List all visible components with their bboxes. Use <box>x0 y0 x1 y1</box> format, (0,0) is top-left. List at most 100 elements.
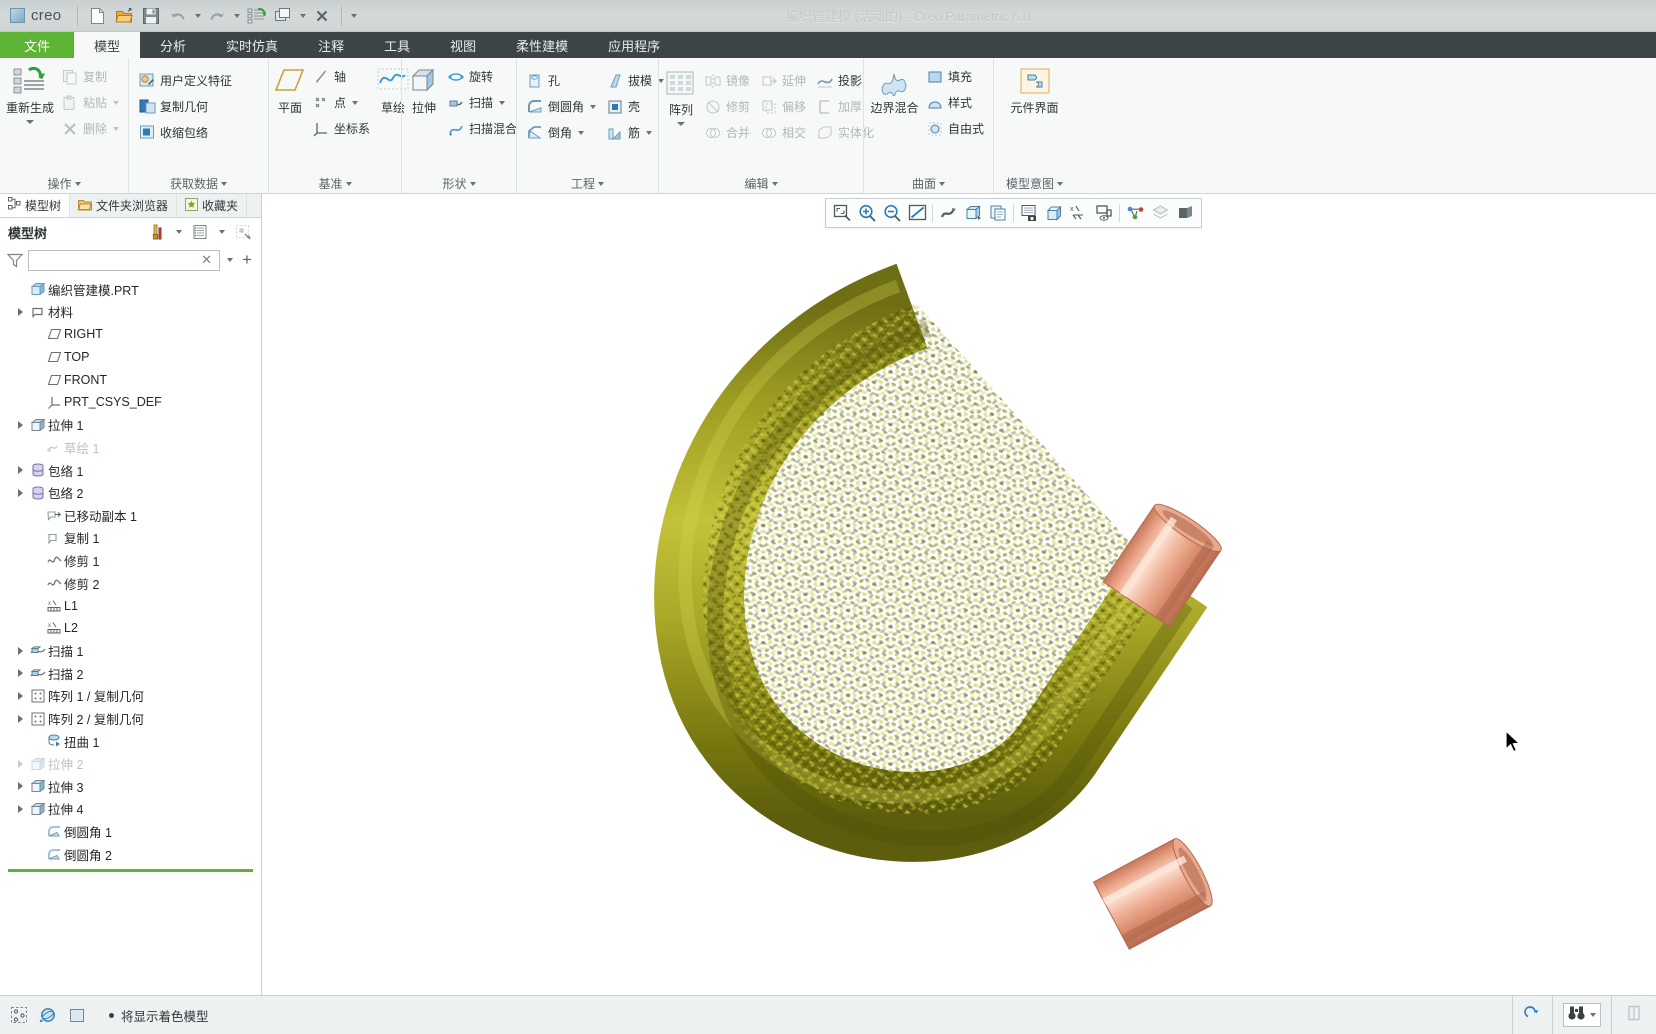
model-intent-group-expand-icon[interactable] <box>1057 177 1063 191</box>
tree-item-extrude-4[interactable]: 拉伸 4 <box>0 798 261 821</box>
tree-filters-icon[interactable] <box>147 222 167 242</box>
expander[interactable] <box>12 760 28 768</box>
regenerate-dropdown-icon[interactable] <box>26 119 34 124</box>
chamfer-dropdown-icon[interactable] <box>576 126 584 140</box>
fill-button[interactable]: 填充 <box>922 64 988 89</box>
tree-item-trim-1[interactable]: 修剪 1 <box>0 549 261 572</box>
operations-group-expand-icon[interactable] <box>75 177 81 191</box>
datum-point-button[interactable]: 点 <box>308 90 374 115</box>
sweep-button[interactable]: 扫描 <box>443 90 521 115</box>
mirror-button[interactable]: 镜像 <box>700 68 754 93</box>
filter-funnel-icon[interactable] <box>6 253 24 268</box>
tree-item-sweep-2[interactable]: 扫描 2 <box>0 662 261 685</box>
freestyle-button[interactable]: 自由式 <box>922 116 988 141</box>
tree-item-extrude-2[interactable]: 拉伸 2 <box>0 752 261 775</box>
paste-dropdown-icon[interactable] <box>111 96 119 110</box>
redo-dropdown-icon[interactable] <box>231 4 242 28</box>
tab-analysis[interactable]: 分析 <box>140 32 206 58</box>
panel-toggle-icon[interactable] <box>1626 1004 1642 1027</box>
operations-group-footer[interactable]: 操作 <box>5 174 123 193</box>
expander[interactable] <box>12 805 28 813</box>
expander[interactable] <box>12 308 28 316</box>
tree-settings-icon[interactable] <box>233 222 253 242</box>
tree-item-front-plane[interactable]: FRONT <box>0 368 261 391</box>
tree-item-round-1[interactable]: 倒圆角 1 <box>0 820 261 843</box>
tree-item-moved-copy-1[interactable]: 已移动副本 1 <box>0 504 261 527</box>
tree-columns-dropdown-icon[interactable] <box>216 222 227 242</box>
sidebar-tab-favorites[interactable]: 收藏夹 <box>177 194 248 217</box>
engineering-group-expand-icon[interactable] <box>598 177 604 191</box>
model-intent-group-footer[interactable]: 模型意图 <box>999 174 1070 193</box>
chamfer-button[interactable]: 倒角 <box>522 120 600 145</box>
surfaces-group-expand-icon[interactable] <box>939 177 945 191</box>
open-file-icon[interactable] <box>111 4 137 28</box>
tree-item-l1[interactable]: x L1 <box>0 594 261 617</box>
undo-icon[interactable] <box>165 4 191 28</box>
trim-button[interactable]: 修剪 <box>700 94 754 119</box>
paste-button[interactable]: 粘贴 <box>57 90 123 115</box>
search-options-dropdown-icon[interactable] <box>1587 1005 1598 1025</box>
customize-qat-icon[interactable] <box>348 4 359 28</box>
clear-search-icon[interactable]: ✕ <box>198 252 215 268</box>
extend-button[interactable]: 延伸 <box>756 68 810 93</box>
component-interface-button[interactable]: 元件界面 <box>1000 62 1070 116</box>
coordinate-system-button[interactable]: 坐标系 <box>308 116 374 141</box>
boundary-blend-button[interactable]: 边界混合 <box>869 62 920 116</box>
save-icon[interactable] <box>138 4 164 28</box>
intersect-button[interactable]: 相交 <box>756 120 810 145</box>
selection-filter-icon[interactable] <box>6 1002 32 1028</box>
tree-columns-icon[interactable] <box>190 222 210 242</box>
expander[interactable] <box>12 421 28 429</box>
braided-hose-model[interactable] <box>262 194 1656 995</box>
tab-flexible-modeling[interactable]: 柔性建模 <box>496 32 588 58</box>
pattern-dropdown-icon[interactable] <box>677 121 685 126</box>
udf-button[interactable]: 用户定义特征 <box>134 68 236 93</box>
add-filter-icon[interactable]: + <box>239 250 255 270</box>
datum-group-expand-icon[interactable] <box>346 177 352 191</box>
tab-tools[interactable]: 工具 <box>364 32 430 58</box>
window-dropdown-icon[interactable] <box>297 4 308 28</box>
offset-button[interactable]: 偏移 <box>756 94 810 119</box>
expander[interactable] <box>12 715 28 723</box>
tree-item-pattern-2[interactable]: 阵列 2 / 复制几何 <box>0 707 261 730</box>
tab-model[interactable]: 模型 <box>74 32 141 58</box>
expander[interactable] <box>12 466 28 474</box>
tab-file[interactable]: 文件 <box>0 32 75 58</box>
shrinkwrap-button[interactable]: 收缩包络 <box>134 120 236 145</box>
rib-dropdown-icon[interactable] <box>644 126 652 140</box>
delete-dropdown-icon[interactable] <box>111 122 119 136</box>
search-dropdown-icon[interactable] <box>224 250 235 270</box>
tree-item-part[interactable]: 编织管建模.PRT <box>0 278 261 301</box>
graphics-window[interactable]: x <box>262 194 1656 995</box>
tree-item-right-plane[interactable]: RIGHT <box>0 323 261 346</box>
search-input[interactable] <box>33 253 199 267</box>
hole-button[interactable]: 孔 <box>522 68 600 93</box>
editing-group-expand-icon[interactable] <box>772 177 778 191</box>
tree-item-l2[interactable]: x L2 <box>0 617 261 640</box>
tab-view[interactable]: 视图 <box>430 32 496 58</box>
datum-point-dropdown-icon[interactable] <box>350 96 358 110</box>
close-window-icon[interactable] <box>309 4 335 28</box>
expander[interactable] <box>12 782 28 790</box>
hose-fitting-bottom[interactable] <box>1092 835 1219 950</box>
expander[interactable] <box>12 489 28 497</box>
revolve-button[interactable]: 旋转 <box>443 64 521 89</box>
tree-item-envelope-2[interactable]: 包络 2 <box>0 481 261 504</box>
expander[interactable] <box>12 692 28 700</box>
tab-live-sim[interactable]: 实时仿真 <box>206 32 298 58</box>
tree-item-pattern-1[interactable]: 阵列 1 / 复制几何 <box>0 685 261 708</box>
tree-item-extrude-1[interactable]: 拉伸 1 <box>0 414 261 437</box>
tree-item-warp-1[interactable]: 扭曲 1 <box>0 730 261 753</box>
tree-item-top-plane[interactable]: TOP <box>0 346 261 369</box>
search-binoculars-icon[interactable] <box>1566 1004 1587 1027</box>
get-data-group-expand-icon[interactable] <box>221 177 227 191</box>
display-toggle-icon[interactable] <box>64 1002 90 1028</box>
style-button[interactable]: 样式 <box>922 90 988 115</box>
round-button[interactable]: 倒圆角 <box>522 94 600 119</box>
delete-button[interactable]: 删除 <box>57 116 123 141</box>
tree-item-sketch-1[interactable]: 草绘 1 <box>0 436 261 459</box>
pattern-button[interactable]: 阵列 <box>664 66 698 126</box>
expander[interactable] <box>12 647 28 655</box>
search-binoculars-button[interactable] <box>1563 1003 1601 1027</box>
tree-filters-dropdown-icon[interactable] <box>173 222 184 242</box>
